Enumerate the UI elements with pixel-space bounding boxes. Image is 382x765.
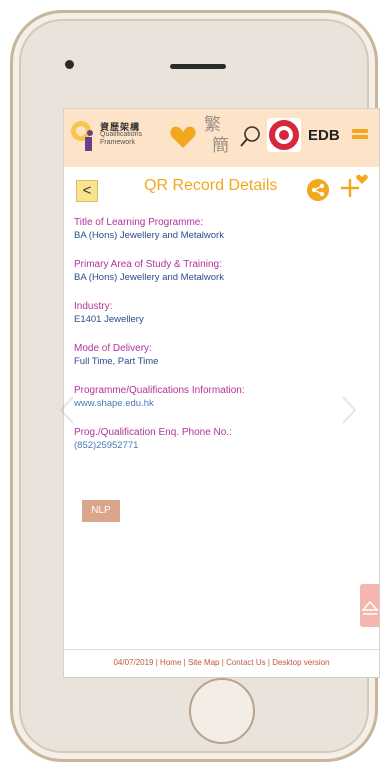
phone-screen: 資歷架構 Qualifications Framework 繁 簡 EDB < …	[63, 108, 380, 678]
previous-arrow-icon[interactable]	[58, 395, 76, 425]
field-label: Title of Learning Programme:	[74, 217, 204, 228]
page-title: QR Record Details	[144, 177, 278, 194]
footer-contact-link[interactable]: Contact Us	[226, 658, 266, 667]
field-label: Prog./Qualification Enq. Phone No.:	[74, 427, 232, 438]
field-value: Full Time, Part Time	[74, 356, 159, 367]
share-icon[interactable]	[307, 179, 329, 201]
enquiry-phone-link[interactable]: (852)25952771	[74, 440, 369, 452]
back-button[interactable]: <	[76, 180, 98, 202]
nlp-button[interactable]: NLP	[82, 500, 120, 522]
menu-icon[interactable]	[352, 129, 368, 145]
field-area-of-study: Primary Area of Study & Training: BA (Ho…	[74, 259, 369, 284]
back-to-top-button[interactable]	[360, 584, 380, 627]
field-value: BA (Hons) Jewellery and Metalwork	[74, 272, 224, 283]
language-switch[interactable]: 繁 簡	[204, 115, 229, 157]
header-bar: 資歷架構 Qualifications Framework 繁 簡 EDB	[64, 109, 379, 167]
field-value: BA (Hons) Jewellery and Metalwork	[74, 230, 224, 241]
field-value: E1401 Jewellery	[74, 314, 144, 325]
footer-date: 04/07/2019	[113, 658, 154, 667]
footer-links: 04/07/2019 | Home | Site Map | Contact U…	[64, 649, 379, 667]
speaker-slot	[170, 64, 226, 69]
footer-home-link[interactable]: Home	[160, 658, 181, 667]
qf-logo-icon[interactable]	[70, 119, 96, 153]
edb-link[interactable]: EDB	[308, 127, 340, 144]
camera-dot	[65, 60, 74, 69]
field-mode-of-delivery: Mode of Delivery: Full Time, Part Time	[74, 343, 369, 368]
programme-website-link[interactable]: www.shape.edu.hk	[74, 398, 369, 410]
search-icon[interactable]	[239, 125, 261, 149]
hksar-emblem-icon[interactable]	[267, 118, 301, 152]
field-programme-title: Title of Learning Programme: BA (Hons) J…	[74, 217, 369, 242]
logo-chinese-text: 資歷架構	[100, 122, 141, 132]
heart-icon[interactable]	[169, 123, 197, 151]
home-button[interactable]	[189, 678, 255, 744]
footer-desktop-link[interactable]: Desktop version	[272, 658, 329, 667]
field-label: Mode of Delivery:	[74, 343, 152, 354]
field-label: Programme/Qualifications Information:	[74, 385, 245, 396]
qf-logo-text: 資歷架構 Qualifications Framework	[100, 123, 170, 147]
field-programme-info: Programme/Qualifications Information: ww…	[74, 385, 369, 410]
phone-frame: 資歷架構 Qualifications Framework 繁 簡 EDB < …	[10, 10, 380, 762]
traditional-chinese-link[interactable]: 繁	[204, 115, 229, 136]
record-details: Title of Learning Programme: BA (Hons) J…	[74, 217, 369, 469]
field-industry: Industry: E1401 Jewellery	[74, 301, 369, 326]
simplified-chinese-link[interactable]: 簡	[212, 136, 229, 157]
logo-english-text: Qualifications Framework	[100, 131, 143, 146]
field-enquiry-phone: Prog./Qualification Enq. Phone No.: (852…	[74, 427, 369, 452]
field-label: Industry:	[74, 301, 113, 312]
next-arrow-icon[interactable]	[340, 395, 358, 425]
field-label: Primary Area of Study & Training:	[74, 259, 222, 270]
footer-sitemap-link[interactable]: Site Map	[188, 658, 220, 667]
add-favourite-icon[interactable]	[340, 173, 368, 199]
